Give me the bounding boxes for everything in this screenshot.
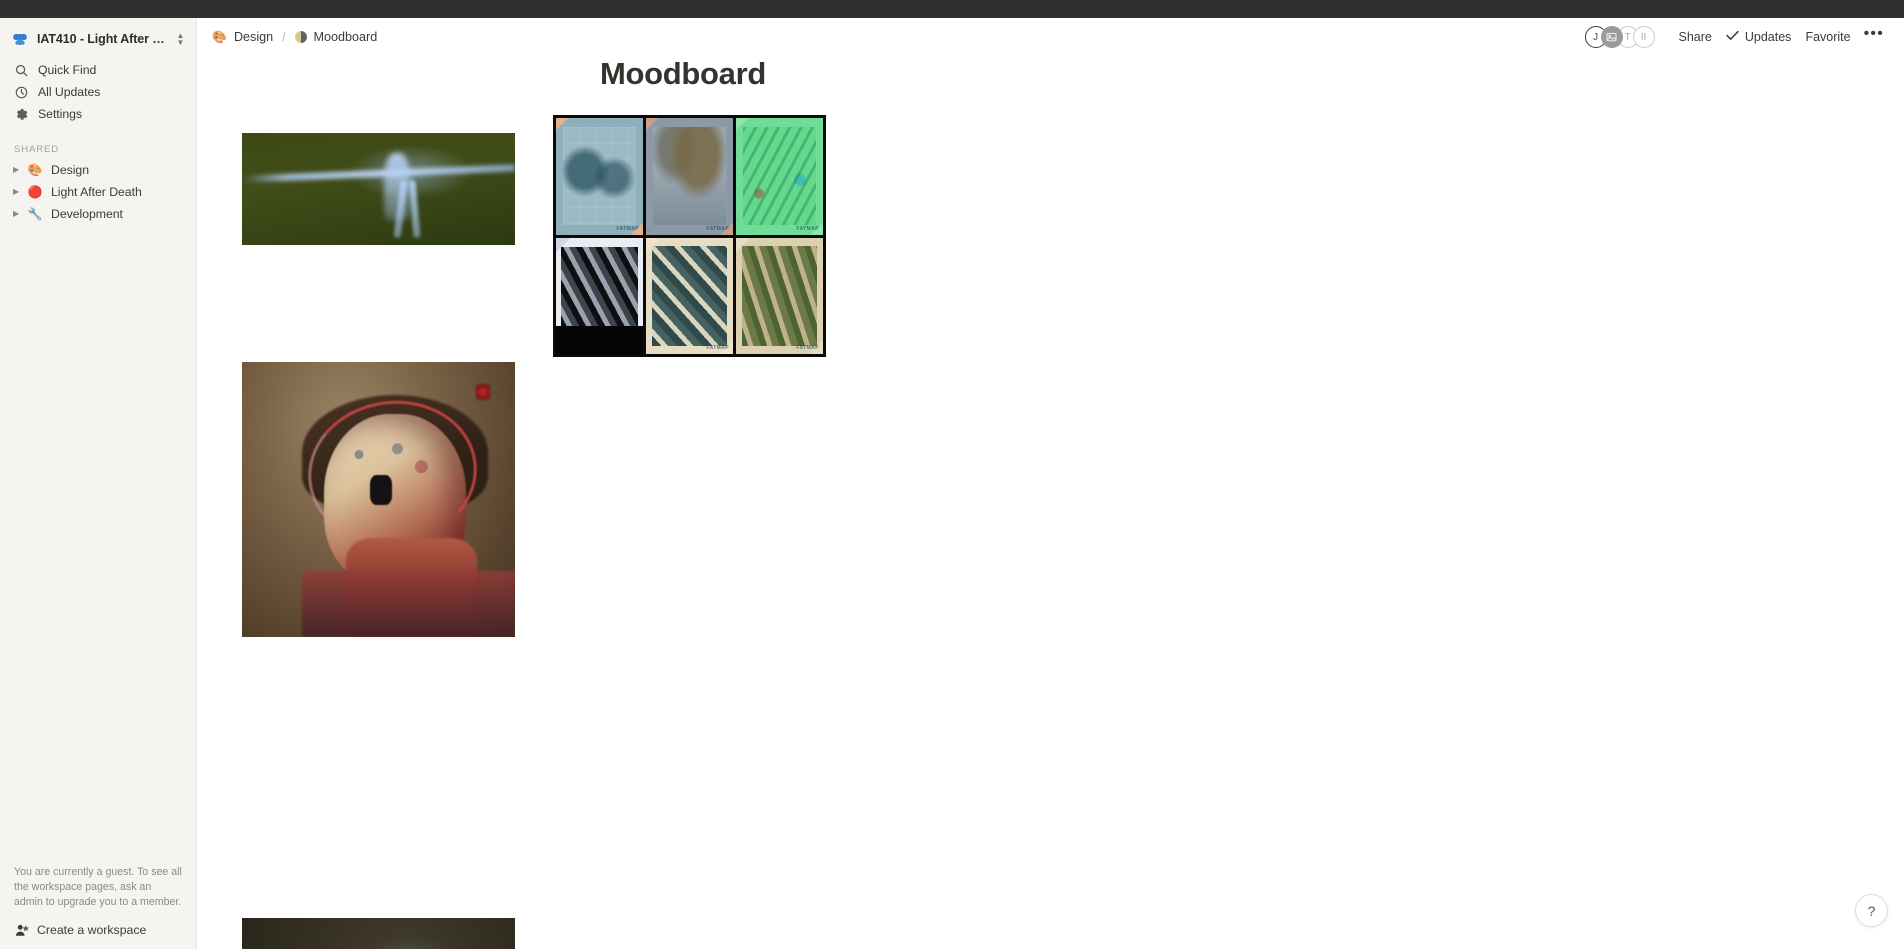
sidebar-item-label: Quick Find (38, 63, 97, 77)
avatar[interactable]: II (1632, 26, 1655, 48)
workspace-switcher[interactable]: IAT410 - Light After Dea... ▲ ▼ (0, 24, 196, 54)
sidebar-item-label: Settings (38, 107, 83, 121)
palette-emoji-icon: 🎨 (212, 30, 227, 44)
sidebar-item-label: All Updates (38, 85, 101, 99)
map-watermark: FATMAP (796, 345, 819, 351)
breadcrumb-label: Design (233, 30, 274, 44)
breadcrumb-label: Moodboard (313, 30, 378, 44)
butterfly-icon (12, 32, 28, 47)
guest-notice: You are currently a guest. To see all th… (14, 866, 182, 908)
avatar-image[interactable] (1600, 26, 1623, 48)
check-icon (1726, 30, 1739, 44)
share-button[interactable]: Share (1672, 26, 1719, 48)
sidebar-tree-item-light-after-death[interactable]: ▶ 🔴 Light After Death (0, 181, 196, 203)
map-watermark: FATMAP (796, 225, 819, 232)
chevron-right-icon[interactable]: ▶ (13, 166, 25, 174)
sidebar-footer: You are currently a guest. To see all th… (0, 865, 196, 949)
sidebar-tree-item-development[interactable]: ▶ 🔧 Development (0, 203, 196, 225)
map-watermark: FATMAP (706, 225, 729, 232)
portrait-gash (370, 474, 393, 505)
page-header: 🎨 Design / Moodboard J T II Share Update… (197, 18, 1904, 56)
sidebar-item-all-updates[interactable]: All Updates (0, 81, 196, 103)
sidebar-tree-item-design[interactable]: ▶ 🎨 Design (0, 159, 196, 181)
breadcrumb-separator: / (282, 30, 286, 44)
share-label: Share (1678, 30, 1712, 44)
breadcrumb: 🎨 Design / Moodboard (212, 30, 377, 44)
search-icon (14, 63, 29, 78)
wrench-emoji-icon: 🔧 (27, 207, 43, 221)
favorite-button[interactable]: Favorite (1798, 26, 1857, 48)
sidebar-item-settings[interactable]: Settings (0, 103, 196, 125)
favorite-label: Favorite (1805, 30, 1851, 44)
map-watermark: FATMAP (706, 345, 729, 351)
clock-icon (14, 85, 29, 100)
map-panel (556, 237, 643, 354)
sidebar-section-shared: SHARED (14, 144, 60, 155)
page-circle-icon (294, 31, 307, 43)
sidebar-nav: Quick Find All Updates Settings (0, 59, 196, 125)
chevron-right-icon[interactable]: ▶ (13, 188, 25, 196)
figure-legs (393, 179, 425, 239)
gear-icon (14, 107, 29, 122)
avatar-stack: J T II (1584, 26, 1655, 48)
image-pale-creature-dark[interactable] (242, 918, 515, 949)
sidebar-tree-label: Development (51, 207, 123, 221)
sidebar-tree-label: Light After Death (51, 185, 142, 199)
create-workspace-button[interactable]: Create a workspace (14, 923, 182, 937)
map-panel: FATMAP (736, 237, 823, 354)
breadcrumb-item-moodboard[interactable]: Moodboard (294, 30, 378, 44)
map-panel: FATMAP (736, 118, 823, 235)
create-workspace-label: Create a workspace (37, 923, 147, 937)
workspace-title: IAT410 - Light After Dea... (37, 32, 171, 46)
sidebar: IAT410 - Light After Dea... ▲ ▼ Quick Fin… (0, 18, 197, 949)
image-blue-figure-green-field[interactable] (242, 133, 515, 245)
sidebar-item-quick-find[interactable]: Quick Find (0, 59, 196, 81)
image-tattooed-portrait[interactable] (242, 362, 515, 637)
os-title-bar (0, 0, 1904, 18)
portrait-torso (302, 571, 515, 637)
updates-label: Updates (1744, 30, 1792, 44)
header-actions: J T II Share Updates Favorite ••• (1584, 25, 1890, 49)
breadcrumb-item-design[interactable]: 🎨 Design (212, 30, 273, 44)
add-workspace-icon (14, 924, 29, 937)
map-watermark: FATMAP (616, 225, 639, 232)
map-panel: FATMAP (556, 118, 643, 235)
help-button[interactable]: ? (1855, 894, 1888, 927)
chevron-updown-icon[interactable]: ▲ ▼ (175, 31, 186, 46)
updates-button[interactable]: Updates (1719, 26, 1799, 48)
image-topographic-map-grid[interactable]: FATMAP FATMAP FATMAP FATMAP FATMAP (553, 115, 826, 357)
palette-emoji-icon: 🎨 (27, 163, 43, 177)
app-root: IAT410 - Light After Dea... ▲ ▼ Quick Fin… (0, 0, 1904, 949)
ellipsis-icon[interactable]: ••• (1858, 25, 1890, 49)
map-panel: FATMAP (646, 118, 733, 235)
portrait-blood-speck (476, 384, 491, 400)
chevron-right-icon[interactable]: ▶ (13, 210, 25, 218)
moodboard-grid: FATMAP FATMAP FATMAP FATMAP FATMAP (197, 56, 1904, 949)
page-content: Moodboard FATMAP FATMAP FATMAP FATMAP FA… (197, 56, 1904, 949)
red-circle-emoji-icon: 🔴 (27, 185, 43, 199)
map-panel: FATMAP (646, 237, 733, 354)
sidebar-tree-label: Design (51, 163, 89, 177)
